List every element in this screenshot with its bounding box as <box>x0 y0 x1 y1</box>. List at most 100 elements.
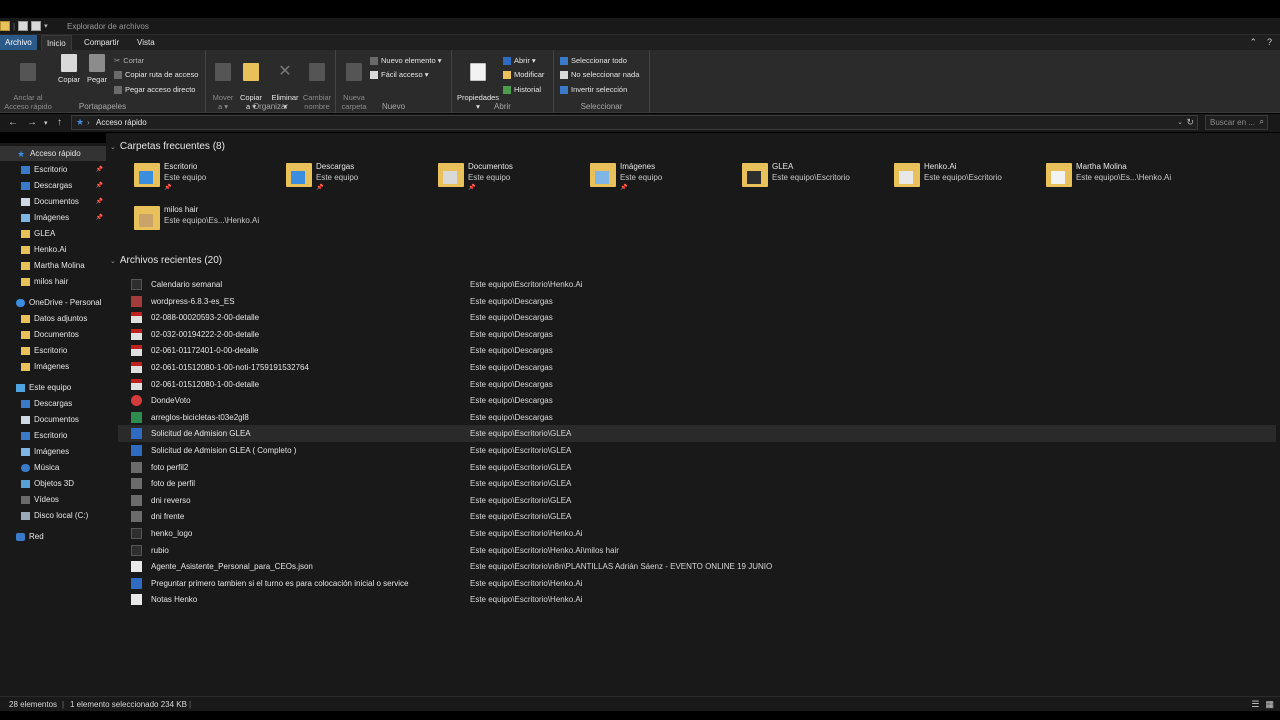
search-input[interactable]: Buscar en ... ⌕ <box>1205 115 1268 130</box>
delete-icon: ✕ <box>278 63 292 80</box>
recent-locations-icon[interactable]: ▾ <box>44 119 48 127</box>
sidebar-item[interactable]: Martha Molina <box>0 258 106 273</box>
details-view-icon[interactable]: ☰ <box>1251 699 1259 710</box>
list-item[interactable]: 02-061-01512080-1-00-detalle Este equipo\… <box>118 376 1276 393</box>
sidebar-item[interactable]: Imágenes <box>0 444 106 459</box>
help-icon[interactable]: ? <box>1267 37 1272 48</box>
list-item[interactable]: 02-061-01512080-1-00-noti-1759191532764 E… <box>118 359 1276 376</box>
sidebar-item[interactable]: ★ Acceso rápido <box>0 146 106 161</box>
sidebar-item[interactable]: Imágenes <box>0 359 106 374</box>
sidebar-item[interactable]: Documentos <box>0 327 106 342</box>
file-name: Agente_Asistente_Personal_para_CEOs.json <box>151 562 313 572</box>
sidebar-item[interactable]: Imágenes 📌 <box>0 210 106 225</box>
folder-tile[interactable]: Henko.Ai Este equipo\Escritorio <box>892 160 1042 198</box>
folder-tile[interactable]: Descargas Este equipo 📌 <box>284 160 434 198</box>
folder-tile[interactable]: Imágenes Este equipo 📌 <box>588 160 738 198</box>
open-button[interactable]: Abrir ▾ <box>503 56 536 65</box>
sidebar-item[interactable]: Descargas 📌 <box>0 178 106 193</box>
folder-tile[interactable]: Documentos Este equipo 📌 <box>436 160 586 198</box>
invert-selection-button[interactable]: Invertir selección <box>560 85 627 94</box>
folder-tile[interactable]: Escritorio Este equipo 📌 <box>132 160 282 198</box>
sidebar-item[interactable]: Disco local (C:) <box>0 508 106 523</box>
back-icon[interactable]: ← <box>8 117 18 128</box>
sidebar-item-label: Datos adjuntos <box>34 314 88 323</box>
tab-vista[interactable]: Vista <box>132 37 160 48</box>
sidebar-item[interactable]: Datos adjuntos <box>0 311 106 326</box>
frequent-folders-header[interactable]: ⌄ Carpetas frecuentes (8) <box>110 141 225 152</box>
properties-icon[interactable] <box>18 21 29 31</box>
history-button[interactable]: Historial <box>503 85 541 94</box>
sidebar-item[interactable]: Escritorio <box>0 428 106 443</box>
list-item[interactable]: Calendario semanal Este equipo\Escritorio… <box>118 276 1276 293</box>
sidebar-item[interactable]: Henko.Ai <box>0 242 106 257</box>
folder-path: Este equipo <box>620 173 663 182</box>
sidebar-item[interactable]: Red <box>0 529 106 544</box>
cut-button[interactable]: ✂ Cortar <box>114 56 144 65</box>
list-item[interactable]: 02-032-00194222-2-00-detalle Este equipo\… <box>118 326 1276 343</box>
sidebar-item[interactable]: Objetos 3D <box>0 476 106 491</box>
file-name: 02-061-01172401-0-00-detalle <box>151 346 259 356</box>
copy-button[interactable]: Copiar <box>57 54 81 84</box>
folder-tile[interactable]: Martha Molina Este equipo\Es...\Henko.Ai <box>1044 160 1194 198</box>
sidebar-item[interactable]: milos hair <box>0 274 106 289</box>
easy-access-button[interactable]: Fácil acceso ▾ <box>370 70 429 79</box>
list-item[interactable]: foto de perfil Este equipo\Escritorio\GLE… <box>118 475 1276 492</box>
breadcrumb[interactable]: Acceso rápido <box>96 118 147 127</box>
list-item[interactable]: 02-088-00020593-2-00-detalle Este equipo\… <box>118 309 1276 326</box>
refresh-icon[interactable]: ↻ <box>1186 117 1194 128</box>
up-icon[interactable]: ↑ <box>57 117 62 128</box>
folder-icon <box>894 163 920 187</box>
edit-button[interactable]: Modificar <box>503 70 544 79</box>
copy-path-button[interactable]: Copiar ruta de acceso <box>114 70 198 79</box>
sidebar-item[interactable]: Escritorio <box>0 343 106 358</box>
collapse-ribbon-icon[interactable]: ⌃ <box>1249 37 1257 48</box>
address-bar-row: ← → ▾ ↑ ★ › Acceso rápido ⌄ ↻ Buscar en … <box>0 114 1280 132</box>
folder-tile[interactable]: milos hair Este equipo\Es...\Henko.Ai <box>132 203 282 241</box>
sidebar-item[interactable]: GLEA <box>0 226 106 241</box>
folder-name: milos hair <box>164 205 199 214</box>
list-item[interactable]: foto perfil2 Este equipo\Escritorio\GLEA <box>118 459 1276 476</box>
file-name: Notas Henko <box>151 595 198 605</box>
address-field[interactable]: ★ › Acceso rápido ⌄ ↻ <box>71 115 1198 130</box>
list-item[interactable]: wordpress-6.8.3-es_ES Este equipo\Descarg… <box>118 293 1276 310</box>
list-item[interactable]: dni frente Este equipo\Escritorio\GLEA <box>118 508 1276 525</box>
large-icons-view-icon[interactable]: ▦ <box>1265 699 1274 710</box>
list-item[interactable]: Solicitud de Admision GLEA Este equipo\Es… <box>118 425 1276 442</box>
list-item[interactable]: dni reverso Este equipo\Escritorio\GLEA <box>118 492 1276 509</box>
customize-toolbar-icon[interactable]: ▾ <box>44 22 48 30</box>
music-icon <box>21 463 30 472</box>
list-item[interactable]: Notas Henko Este equipo\Escritorio\Henko.… <box>118 591 1276 608</box>
sidebar-item[interactable]: Música <box>0 460 106 475</box>
tab-inicio[interactable]: Inicio <box>41 35 72 50</box>
list-item[interactable]: henko_logo Este equipo\Escritorio\Henko.A… <box>118 525 1276 542</box>
folder-tile[interactable]: GLEA Este equipo\Escritorio <box>740 160 890 198</box>
select-all-button[interactable]: Seleccionar todo <box>560 56 627 65</box>
list-item[interactable]: rubio Este equipo\Escritorio\Henko.Ai\mil… <box>118 542 1276 559</box>
chevron-down-icon[interactable]: ⌄ <box>1177 118 1183 126</box>
list-item[interactable]: arreglos-bicicletas-t03e2gl8 Este equipo\… <box>118 409 1276 426</box>
folder-preview-icon <box>1051 171 1065 184</box>
sidebar-item[interactable]: OneDrive - Personal <box>0 295 106 310</box>
list-item[interactable]: 02-061-01172401-0-00-detalle Este equipo\… <box>118 342 1276 359</box>
tab-compartir[interactable]: Compartir <box>79 37 124 48</box>
sidebar-item[interactable]: Documentos 📌 <box>0 194 106 209</box>
new-folder-icon[interactable] <box>31 21 42 31</box>
new-item-button[interactable]: Nuevo elemento ▾ <box>370 56 441 65</box>
forward-icon[interactable]: → <box>27 117 37 128</box>
sidebar-item[interactable]: Escritorio 📌 <box>0 162 106 177</box>
sidebar-item[interactable]: Documentos <box>0 412 106 427</box>
list-item[interactable]: Agente_Asistente_Personal_para_CEOs.json… <box>118 558 1276 575</box>
recent-files-header[interactable]: ⌄ Archivos recientes (20) <box>110 255 222 266</box>
sidebar-item[interactable]: Descargas <box>0 396 106 411</box>
sidebar-item[interactable]: Vídeos <box>0 492 106 507</box>
paste-button[interactable]: Pegar <box>86 54 108 84</box>
select-none-button[interactable]: No seleccionar nada <box>560 70 639 79</box>
star-icon: ★ <box>17 148 26 159</box>
list-item[interactable]: Preguntar primero tambien si el turno es… <box>118 575 1276 592</box>
list-item[interactable]: DondeVoto Este equipo\Descargas <box>118 392 1276 409</box>
sidebar-item[interactable]: Este equipo <box>0 380 106 395</box>
tab-archivo[interactable]: Archivo <box>0 35 37 50</box>
paste-shortcut-button[interactable]: Pegar acceso directo <box>114 85 195 94</box>
blue-icon <box>21 181 30 190</box>
list-item[interactable]: Solicitud de Admision GLEA ( Completo ) E… <box>118 442 1276 459</box>
